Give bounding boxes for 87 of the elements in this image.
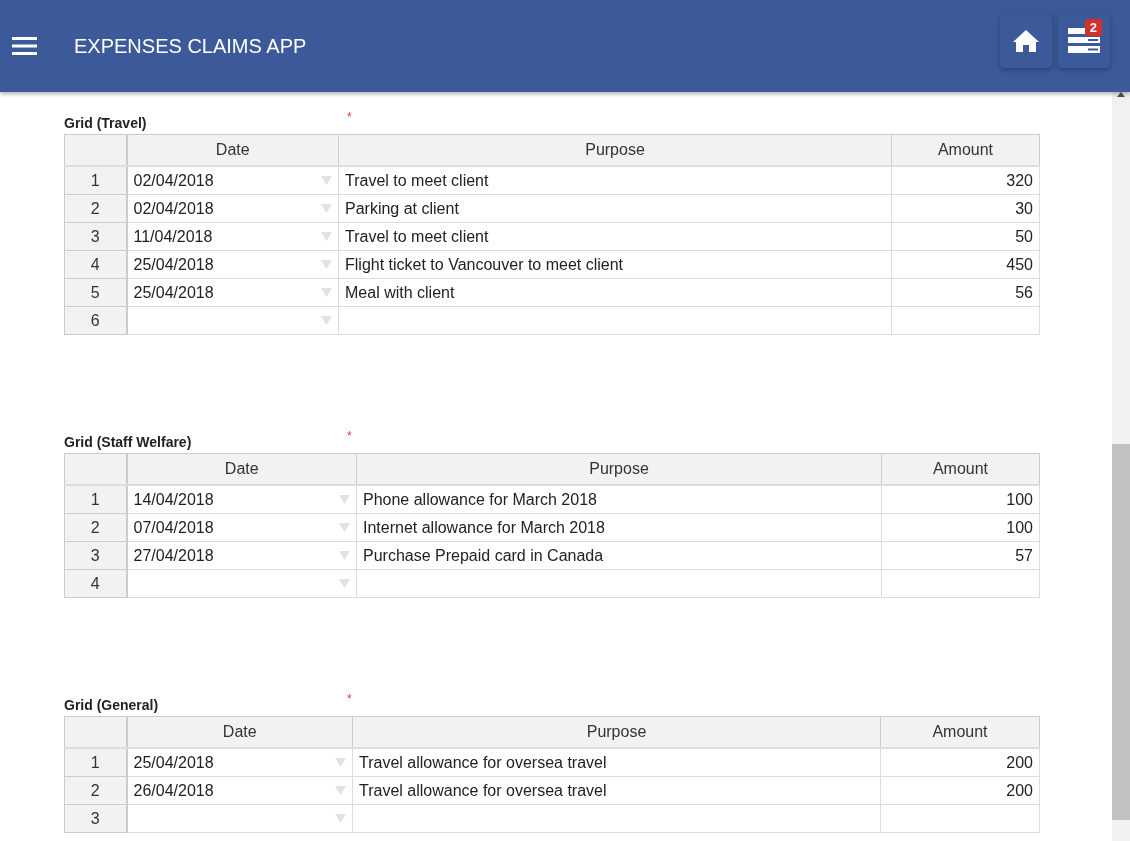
row-number: 1 (64, 748, 127, 777)
column-header: Amount (881, 453, 1040, 485)
date-cell[interactable]: 26/04/2018 (126, 776, 353, 805)
dropdown-caret-icon (335, 814, 346, 823)
purpose-cell: Travel to meet client (338, 222, 892, 251)
row-number: 3 (64, 541, 127, 570)
row-number: 2 (64, 776, 127, 805)
grid-title: Grid (General) (64, 697, 160, 715)
purpose-cell: Phone allowance for March 2018 (356, 485, 882, 514)
row-number: 3 (64, 804, 127, 833)
amount-cell: 30 (891, 194, 1040, 223)
home-button[interactable] (1000, 14, 1052, 68)
dropdown-caret-icon (321, 288, 332, 297)
dropdown-caret-icon (335, 758, 346, 767)
date-cell[interactable]: 25/04/2018 (126, 748, 353, 777)
purpose-cell: Parking at client (338, 194, 892, 223)
date-cell[interactable]: 02/04/2018 (126, 166, 339, 195)
dropdown-caret-icon (339, 551, 350, 560)
date-cell[interactable]: 14/04/2018 (126, 485, 357, 514)
purpose-cell: Travel to meet client (338, 166, 892, 195)
date-cell[interactable] (126, 804, 353, 833)
amount-cell: 50 (891, 222, 1040, 251)
column-header: Date (126, 134, 339, 166)
row-number: 5 (64, 278, 127, 307)
date-cell[interactable]: 02/04/2018 (126, 194, 339, 223)
dropdown-caret-icon (335, 786, 346, 795)
required-mark: * (347, 110, 352, 124)
dropdown-caret-icon (321, 232, 332, 241)
row-number: 3 (64, 222, 127, 251)
dropdown-caret-icon (321, 260, 332, 269)
amount-cell: 450 (891, 250, 1040, 279)
list-button[interactable]: 2 (1058, 14, 1110, 68)
amount-cell: 200 (880, 748, 1040, 777)
amount-cell: 320 (891, 166, 1040, 195)
row-number: 6 (64, 306, 127, 335)
dropdown-caret-icon (339, 579, 350, 588)
column-header: Purpose (352, 716, 881, 748)
column-header: Purpose (356, 453, 882, 485)
column-header: Amount (891, 134, 1040, 166)
dropdown-caret-icon (339, 523, 350, 532)
scrollbar-thumb[interactable] (1112, 444, 1130, 820)
grid-title: Grid (Staff Welfare) (64, 434, 193, 452)
dropdown-caret-icon (321, 204, 332, 213)
scrollbar[interactable] (1112, 92, 1130, 841)
column-header: Amount (880, 716, 1040, 748)
purpose-cell: Travel allowance for oversea travel (352, 776, 881, 805)
column-header: Purpose (338, 134, 892, 166)
menu-button[interactable] (12, 36, 38, 56)
amount-cell: 200 (880, 776, 1040, 805)
amount-cell: 100 (881, 513, 1040, 542)
date-cell[interactable]: 11/04/2018 (126, 222, 339, 251)
corner-header (64, 134, 127, 166)
required-mark: * (347, 429, 352, 443)
row-number: 2 (64, 194, 127, 223)
row-number: 4 (64, 250, 127, 279)
required-mark: * (347, 692, 352, 706)
dropdown-caret-icon (339, 495, 350, 504)
purpose-cell: Internet allowance for March 2018 (356, 513, 882, 542)
home-icon (1012, 29, 1040, 53)
row-number: 1 (64, 166, 127, 195)
app-title: EXPENSES CLAIMS APP (74, 34, 308, 58)
purpose-cell: Purchase Prepaid card in Canada (356, 541, 882, 570)
purpose-cell: Travel allowance for oversea travel (352, 748, 881, 777)
grid-title: Grid (Travel) (64, 115, 148, 133)
corner-header (64, 453, 127, 485)
date-cell[interactable]: 25/04/2018 (126, 250, 339, 279)
corner-header (64, 716, 127, 748)
date-cell[interactable]: 27/04/2018 (126, 541, 357, 570)
purpose-cell: Meal with client (338, 278, 892, 307)
date-cell[interactable]: 25/04/2018 (126, 278, 339, 307)
row-number: 4 (64, 569, 127, 598)
row-number: 2 (64, 513, 127, 542)
amount-cell: 57 (881, 541, 1040, 570)
dropdown-caret-icon (321, 176, 332, 185)
amount-cell: 56 (891, 278, 1040, 307)
date-cell[interactable] (126, 306, 339, 335)
row-number: 1 (64, 485, 127, 514)
purpose-cell: Flight ticket to Vancouver to meet client (338, 250, 892, 279)
notification-badge: 2 (1084, 19, 1102, 36)
date-cell[interactable]: 07/04/2018 (126, 513, 357, 542)
column-header: Date (126, 716, 353, 748)
dropdown-caret-icon (321, 316, 332, 325)
scroll-up-icon[interactable] (1117, 92, 1125, 97)
menu-icon (12, 36, 38, 56)
column-header: Date (126, 453, 357, 485)
amount-cell: 100 (881, 485, 1040, 514)
date-cell[interactable] (126, 569, 357, 598)
